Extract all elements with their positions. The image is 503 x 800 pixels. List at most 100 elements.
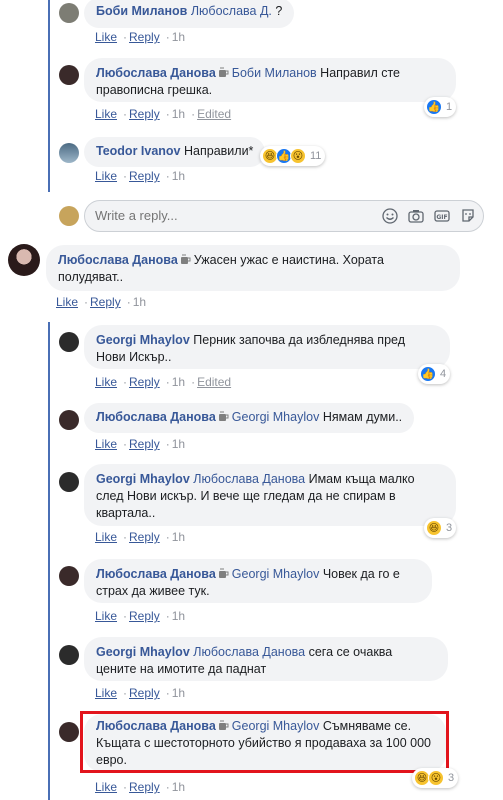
- reaction-badge[interactable]: 👍 4: [418, 364, 451, 384]
- comment-author[interactable]: Georgi Mhaylov: [96, 645, 190, 659]
- like-link[interactable]: Like: [95, 30, 117, 44]
- comment-actions: Like · Reply · 1h · Edited: [95, 375, 232, 389]
- comment-time[interactable]: 1h: [172, 375, 185, 389]
- comment-time[interactable]: 1h: [172, 107, 185, 121]
- coffee-icon: [218, 568, 229, 578]
- coffee-icon: [218, 67, 229, 77]
- my-avatar: [59, 206, 79, 226]
- comment-time[interactable]: 1h: [172, 169, 185, 183]
- like-link[interactable]: Like: [95, 686, 117, 700]
- avatar[interactable]: [59, 645, 79, 665]
- reaction-count: 3: [448, 772, 455, 784]
- comment-bubble: Боби Миланов Любослава Д. ?: [84, 0, 295, 28]
- haha-reaction-icon: 😆: [426, 520, 442, 536]
- like-link[interactable]: Like: [95, 437, 117, 451]
- reaction-badge[interactable]: 😆 3: [424, 518, 457, 538]
- reaction-count: 3: [446, 522, 453, 534]
- camera-icon[interactable]: [407, 207, 425, 225]
- like-link[interactable]: Like: [95, 169, 117, 183]
- comment-mention[interactable]: Боби Миланов: [232, 66, 317, 80]
- comment-time[interactable]: 1h: [172, 686, 185, 700]
- avatar[interactable]: [59, 472, 79, 492]
- edited-link[interactable]: Edited: [197, 375, 231, 389]
- comment-author[interactable]: Любослава Данова: [58, 253, 178, 267]
- reply-link[interactable]: Reply: [129, 30, 160, 44]
- comment-author[interactable]: Любослава Данова: [96, 567, 216, 581]
- comment-author[interactable]: Teodor Ivanov: [96, 144, 181, 158]
- reply-box[interactable]: GIF: [84, 200, 484, 232]
- avatar[interactable]: [8, 244, 40, 276]
- like-link[interactable]: Like: [95, 530, 117, 544]
- comment-time[interactable]: 1h: [172, 30, 185, 44]
- comment-actions: Like · Reply · 1h: [95, 30, 186, 44]
- comment-time[interactable]: 1h: [172, 609, 185, 623]
- like-link[interactable]: Like: [95, 780, 117, 794]
- comment-time[interactable]: 1h: [172, 530, 185, 544]
- comment-text: Нямам думи..: [322, 410, 403, 424]
- comment-actions: Like · Reply · 1h: [95, 530, 186, 544]
- coffee-icon: [180, 254, 191, 264]
- avatar[interactable]: [59, 3, 79, 23]
- reply-link[interactable]: Reply: [129, 107, 160, 121]
- avatar[interactable]: [59, 65, 79, 85]
- comment-author[interactable]: Любослава Данова: [96, 410, 216, 424]
- like-link[interactable]: Like: [95, 107, 117, 121]
- like-link[interactable]: Like: [95, 375, 117, 389]
- reaction-count: 11: [310, 150, 322, 162]
- comment-mention[interactable]: Любослава Д.: [191, 4, 272, 18]
- reply-link[interactable]: Reply: [90, 295, 121, 309]
- reaction-badge[interactable]: 👍 1: [424, 97, 457, 117]
- reply-link[interactable]: Reply: [129, 686, 160, 700]
- comment-author[interactable]: Любослава Данова: [96, 66, 216, 80]
- like-link[interactable]: Like: [56, 295, 78, 309]
- comment-actions: Like · Reply · 1h: [95, 437, 186, 451]
- reaction-badge[interactable]: 😆 👍 😮 11: [260, 146, 326, 166]
- comment-actions: Like · Reply · 1h: [95, 780, 186, 794]
- comment-bubble: Georgi Mhaylov Любослава Данова Имам къщ…: [84, 464, 456, 526]
- edited-link[interactable]: Edited: [197, 107, 231, 121]
- reaction-count: 1: [446, 101, 453, 113]
- reply-link[interactable]: Reply: [129, 437, 160, 451]
- comment-actions: Like · Reply · 1h: [95, 169, 186, 183]
- avatar[interactable]: [59, 566, 79, 586]
- avatar[interactable]: [59, 143, 79, 163]
- comment-bubble: Любослава Данова Georgi Mhaylov Нямам дум…: [84, 403, 415, 433]
- reply-link[interactable]: Reply: [129, 169, 160, 183]
- comment-author[interactable]: Georgi Mhaylov: [96, 333, 190, 347]
- avatar[interactable]: [59, 332, 79, 352]
- like-link[interactable]: Like: [95, 609, 117, 623]
- like-reaction-icon: 👍: [426, 99, 442, 115]
- comment-time[interactable]: 1h: [172, 437, 185, 451]
- comment-text: ?: [271, 4, 283, 18]
- comment-actions: Like · Reply · 1h: [56, 295, 147, 309]
- comment-author[interactable]: Georgi Mhaylov: [96, 472, 190, 486]
- coffee-icon: [218, 411, 229, 421]
- avatar[interactable]: [59, 722, 79, 742]
- reaction-count: 4: [440, 368, 447, 380]
- comment-mention[interactable]: Georgi Mhaylov: [232, 567, 320, 581]
- thread-line: [48, 322, 50, 800]
- reply-link[interactable]: Reply: [129, 780, 160, 794]
- reply-link[interactable]: Reply: [129, 375, 160, 389]
- sticker-icon[interactable]: [459, 207, 477, 225]
- comment-mention[interactable]: Любослава Данова: [193, 645, 305, 659]
- gif-icon[interactable]: GIF: [433, 207, 451, 225]
- comment-time[interactable]: 1h: [172, 780, 185, 794]
- reaction-badge[interactable]: 😆 😮 3: [412, 768, 459, 788]
- reply-link[interactable]: Reply: [129, 609, 160, 623]
- comment-bubble: Georgi Mhaylov Перник започва да избледн…: [84, 325, 450, 369]
- thread-line: [48, 0, 50, 192]
- reply-input[interactable]: [95, 208, 365, 223]
- emoji-icon[interactable]: [381, 207, 399, 225]
- highlight-box: [80, 711, 449, 773]
- reply-link[interactable]: Reply: [129, 530, 160, 544]
- avatar[interactable]: [59, 410, 79, 430]
- comment-text: Направили*: [184, 144, 254, 158]
- comment-mention[interactable]: Любослава Данова: [193, 472, 305, 486]
- comment-mention[interactable]: Georgi Mhaylov: [232, 410, 320, 424]
- comment-author[interactable]: Боби Миланов: [96, 4, 187, 18]
- comment-actions: Like · Reply · 1h: [95, 609, 186, 623]
- comment-time[interactable]: 1h: [133, 295, 146, 309]
- comment-bubble: Teodor Ivanov Направили*: [84, 137, 266, 167]
- wow-reaction-icon: 😮: [290, 148, 306, 164]
